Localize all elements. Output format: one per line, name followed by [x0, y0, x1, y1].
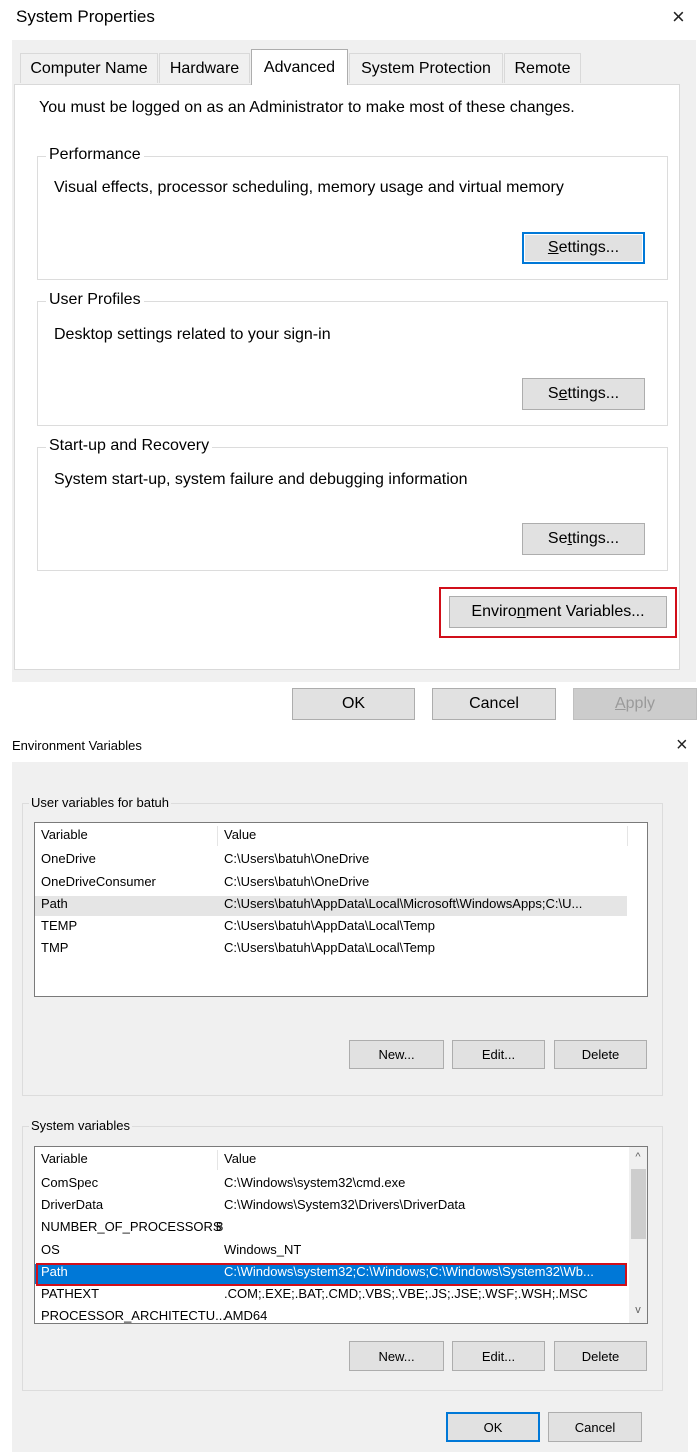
variable-name: OS — [41, 1242, 60, 1257]
close-icon[interactable]: × — [676, 734, 688, 756]
btn-accel: n — [516, 603, 526, 620]
tab-advanced[interactable]: Advanced — [251, 49, 348, 85]
tab-hardware[interactable]: Hardware — [159, 53, 250, 83]
btn-text: ettings... — [558, 239, 620, 256]
system-new-button[interactable]: New... — [349, 1341, 444, 1371]
environment-variables-title: Environment Variables — [12, 738, 142, 753]
apply-button[interactable]: Apply — [573, 688, 697, 720]
user-new-button[interactable]: New... — [349, 1040, 444, 1069]
btn-text: S — [547, 385, 559, 402]
tab-computer-name[interactable]: Computer Name — [20, 53, 158, 83]
user-profiles-label: User Profiles — [46, 291, 144, 309]
variable-value: C:\Users\batuh\OneDrive — [224, 874, 370, 889]
path-row-highlight — [36, 1263, 627, 1286]
variable-name: PATHEXT — [41, 1286, 100, 1301]
column-divider[interactable] — [627, 826, 628, 846]
table-row[interactable]: OS Windows_NT — [35, 1242, 627, 1262]
startup-recovery-description: System start-up, system failure and debu… — [54, 471, 468, 488]
btn-text: pply — [625, 695, 656, 712]
btn-text: ttings... — [567, 385, 620, 402]
scroll-down-icon[interactable]: v — [630, 1304, 646, 1316]
advanced-tab-panel: You must be logged on as an Administrato… — [14, 84, 680, 670]
tab-system-protection[interactable]: System Protection — [349, 53, 503, 83]
table-row[interactable]: PATHEXT .COM;.EXE;.BAT;.CMD;.VBS;.VBE;.J… — [35, 1286, 627, 1306]
column-value[interactable]: Value — [224, 1151, 256, 1166]
table-row[interactable]: TEMP C:\Users\batuh\AppData\Local\Temp — [35, 918, 627, 938]
table-row[interactable]: DriverData C:\Windows\System32\Drivers\D… — [35, 1197, 627, 1217]
user-variables-label: User variables for batuh — [29, 795, 172, 810]
variable-value: C:\Users\batuh\OneDrive — [224, 851, 370, 866]
table-row[interactable]: NUMBER_OF_PROCESSORS 8 — [35, 1219, 627, 1239]
btn-text: ment Variables... — [525, 603, 645, 620]
user-edit-button[interactable]: Edit... — [452, 1040, 545, 1069]
variable-value: C:\Windows\System32\Drivers\DriverData — [224, 1197, 466, 1212]
system-properties-title: System Properties — [16, 7, 155, 26]
admin-notice: You must be logged on as an Administrato… — [39, 99, 575, 116]
system-variables-label: System variables — [29, 1118, 132, 1133]
scroll-thumb[interactable] — [631, 1169, 646, 1239]
tab-remote[interactable]: Remote — [504, 53, 581, 83]
performance-label: Performance — [46, 146, 144, 164]
startup-recovery-label: Start-up and Recovery — [46, 437, 213, 455]
btn-accel: S — [547, 239, 559, 256]
variable-name: PROCESSOR_ARCHITECTU... — [41, 1308, 226, 1323]
variable-value: C:\Users\batuh\AppData\Local\Temp — [224, 918, 435, 933]
user-profiles-description: Desktop settings related to your sign-in — [54, 326, 331, 343]
variable-name: TMP — [41, 940, 69, 955]
variable-value: C:\Users\batuh\AppData\Local\Temp — [224, 940, 435, 955]
variable-name: DriverData — [41, 1197, 104, 1212]
cancel-button[interactable]: Cancel — [432, 688, 556, 720]
list-header: Variable Value — [35, 827, 627, 847]
btn-text: tings... — [571, 530, 620, 547]
column-divider[interactable] — [217, 826, 218, 846]
table-row[interactable]: OneDriveConsumer C:\Users\batuh\OneDrive — [35, 874, 627, 894]
column-value[interactable]: Value — [224, 827, 256, 842]
vertical-scrollbar[interactable]: ^ v — [629, 1147, 647, 1323]
variable-name: OneDriveConsumer — [41, 874, 156, 889]
system-edit-button[interactable]: Edit... — [452, 1341, 545, 1371]
variable-value: C:\Windows\system32\cmd.exe — [224, 1175, 406, 1190]
user-delete-button[interactable]: Delete — [554, 1040, 647, 1069]
btn-text: Enviro — [471, 603, 517, 620]
btn-accel: A — [614, 695, 626, 712]
variable-value: .COM;.EXE;.BAT;.CMD;.VBS;.VBE;.JS;.JSE;.… — [224, 1286, 588, 1301]
variable-name: OneDrive — [41, 851, 96, 866]
table-row[interactable]: PROCESSOR_ARCHITECTU... AMD64 — [35, 1308, 627, 1323]
variable-name: ComSpec — [41, 1175, 99, 1190]
close-icon[interactable]: × — [672, 6, 685, 28]
btn-text: Se — [547, 530, 568, 547]
table-row[interactable]: TMP C:\Users\batuh\AppData\Local\Temp — [35, 940, 627, 960]
column-divider[interactable] — [217, 1150, 218, 1170]
list-header: Variable Value — [35, 1151, 627, 1171]
env-cancel-button[interactable]: Cancel — [548, 1412, 642, 1442]
performance-description: Visual effects, processor scheduling, me… — [54, 179, 564, 196]
column-variable[interactable]: Variable — [41, 827, 88, 842]
variable-value: AMD64 — [224, 1308, 268, 1323]
variable-name: TEMP — [41, 918, 78, 933]
variable-value: Windows_NT — [224, 1242, 302, 1257]
ok-button[interactable]: OK — [292, 688, 415, 720]
user-variables-list[interactable]: Variable Value OneDrive C:\Users\batuh\O… — [34, 822, 648, 997]
environment-variables-button[interactable]: Enviro n ment Variables... — [449, 596, 667, 628]
system-variables-list[interactable]: Variable Value ComSpec C:\Windows\system… — [34, 1146, 648, 1324]
variable-value: 8 — [216, 1219, 224, 1234]
startup-recovery-settings-button[interactable]: Se t tings... — [522, 523, 645, 555]
startup-recovery-group: Start-up and Recovery System start-up, s… — [37, 437, 668, 571]
scroll-up-icon[interactable]: ^ — [630, 1151, 646, 1163]
column-variable[interactable]: Variable — [41, 1151, 88, 1166]
variable-name: Path — [41, 896, 68, 911]
variable-value: C:\Users\batuh\AppData\Local\Microsoft\W… — [224, 896, 583, 911]
user-profiles-settings-button[interactable]: Se ttings... — [522, 378, 645, 410]
table-row[interactable]: Path C:\Users\batuh\AppData\Local\Micros… — [35, 896, 627, 916]
btn-accel: e — [558, 385, 568, 402]
variable-name: NUMBER_OF_PROCESSORS — [41, 1219, 222, 1234]
table-row[interactable]: OneDrive C:\Users\batuh\OneDrive — [35, 851, 627, 871]
user-profiles-group: User Profiles Desktop settings related t… — [37, 291, 668, 426]
performance-settings-button[interactable]: Settings... — [522, 232, 645, 264]
system-delete-button[interactable]: Delete — [554, 1341, 647, 1371]
env-ok-button[interactable]: OK — [446, 1412, 540, 1442]
table-row[interactable]: ComSpec C:\Windows\system32\cmd.exe — [35, 1175, 627, 1195]
performance-group: Performance Visual effects, processor sc… — [37, 146, 668, 280]
